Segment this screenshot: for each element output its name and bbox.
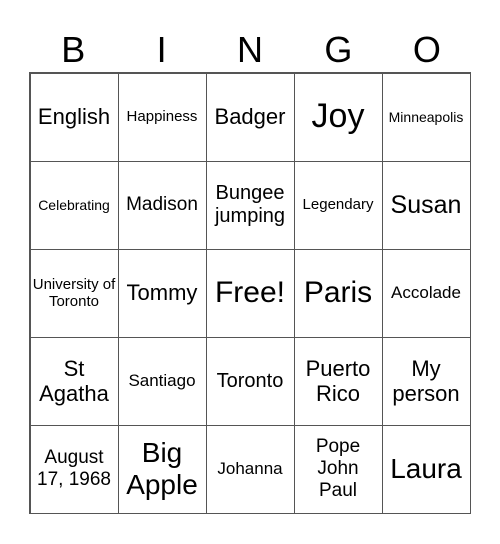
bingo-cell[interactable]: Happiness xyxy=(117,72,207,162)
bingo-cell[interactable]: Puerto Rico xyxy=(293,336,383,426)
header-letter-b: B xyxy=(61,29,86,70)
bingo-cell[interactable]: Bungee jumping xyxy=(205,160,295,250)
bingo-cell[interactable]: My person xyxy=(381,336,471,426)
bingo-cell[interactable]: Minneapolis xyxy=(381,72,471,162)
free-space-cell[interactable]: Free! xyxy=(205,248,295,338)
bingo-cell[interactable]: Laura xyxy=(381,424,471,514)
bingo-cell[interactable]: Legendary xyxy=(293,160,383,250)
bingo-cell[interactable]: University of Toronto xyxy=(29,248,119,338)
header-letter-g: G xyxy=(324,29,353,70)
bingo-cell[interactable]: Paris xyxy=(293,248,383,338)
header-letter-o: O xyxy=(412,29,441,70)
bingo-cell[interactable]: St Agatha xyxy=(29,336,119,426)
bingo-cell[interactable]: Johanna xyxy=(205,424,295,514)
bingo-cell[interactable]: Toronto xyxy=(205,336,295,426)
bingo-cell[interactable]: Joy xyxy=(293,72,383,162)
bingo-cell[interactable]: Celebrating xyxy=(29,160,119,250)
bingo-cell[interactable]: Pope John Paul xyxy=(293,424,383,514)
header-letter-n: N xyxy=(237,29,264,70)
bingo-cell[interactable]: Santiago xyxy=(117,336,207,426)
bingo-cell[interactable]: Madison xyxy=(117,160,207,250)
bingo-header: B I N G O xyxy=(29,28,471,72)
bingo-cell[interactable]: Badger xyxy=(205,72,295,162)
bingo-cell[interactable]: August 17, 1968 xyxy=(29,424,119,514)
bingo-cell[interactable]: Big Apple xyxy=(117,424,207,514)
bingo-cell[interactable]: English xyxy=(29,72,119,162)
header-letter-i: I xyxy=(156,29,167,70)
bingo-cell[interactable]: Tommy xyxy=(117,248,207,338)
bingo-cell[interactable]: Susan xyxy=(381,160,471,250)
bingo-grid: English Happiness Badger Joy Minneapolis Cele… xyxy=(29,72,471,514)
bingo-cell[interactable]: Accolade xyxy=(381,248,471,338)
